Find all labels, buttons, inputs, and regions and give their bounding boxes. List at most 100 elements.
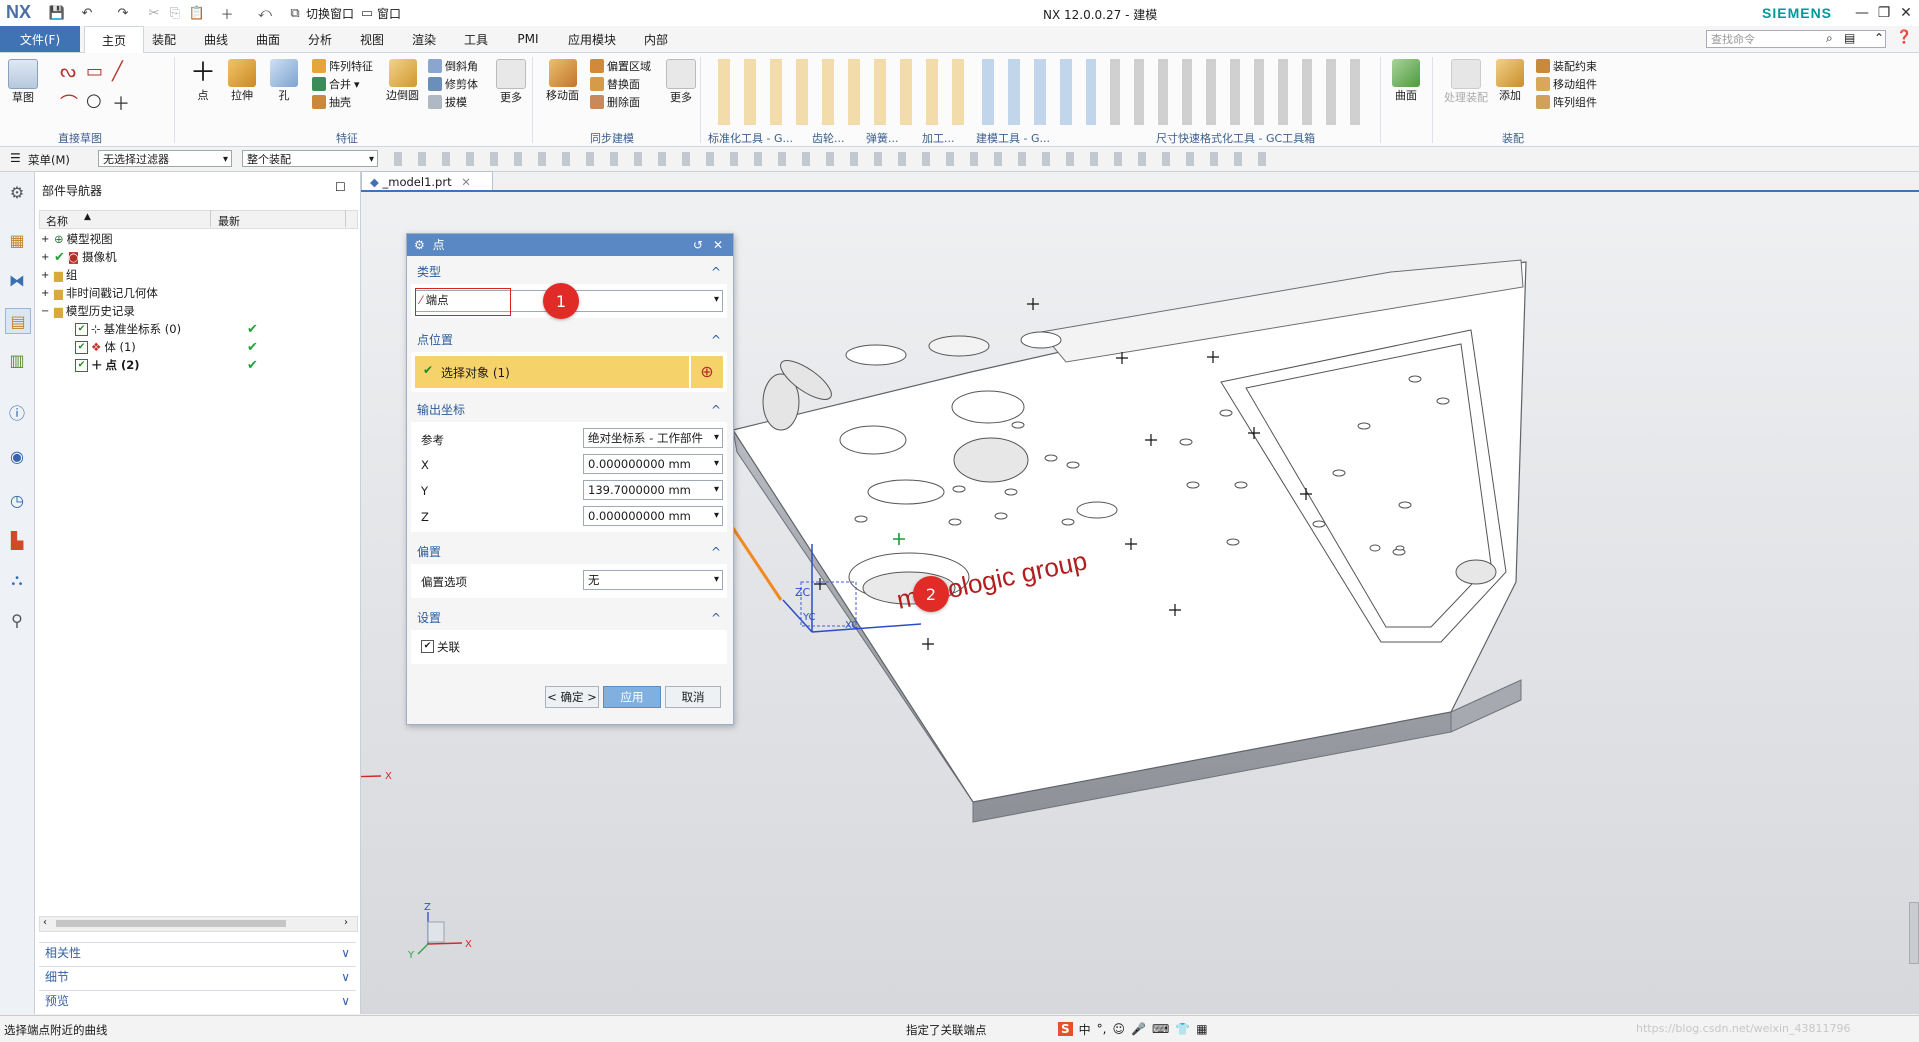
ok-button[interactable]: < 确定 > — [545, 686, 599, 708]
surface-button[interactable]: 曲面 — [1392, 59, 1420, 103]
window-menu[interactable]: 窗口 — [377, 5, 401, 22]
unite-button[interactable]: 合并 ▾ — [312, 75, 373, 93]
tree-node-body[interactable]: ✔ ❖ 体 (1) — [75, 338, 136, 356]
point-button[interactable]: ＋ 点 — [190, 59, 216, 103]
restore-icon[interactable]: ❐ — [1873, 3, 1895, 23]
history-icon[interactable]: ◷ — [5, 488, 29, 512]
maximize-icon[interactable]: ☐ — [335, 180, 346, 194]
roles-icon[interactable]: ⚲ — [5, 608, 29, 632]
tree-node-camera[interactable]: + ✔ ◙ 摄像机 — [41, 248, 117, 266]
tree-node-datum-csys[interactable]: ✔ ⊹ 基准坐标系 (0) — [75, 320, 181, 338]
visibility-checkbox[interactable]: ✔ — [75, 322, 88, 336]
column-latest[interactable]: 最新 — [218, 213, 240, 229]
close-icon[interactable]: ✕ — [713, 234, 723, 256]
add-component-button[interactable]: 添加 — [1496, 59, 1524, 103]
panel-details[interactable]: 细节 ∨ — [39, 966, 356, 987]
hole-button[interactable]: 孔 — [270, 59, 298, 103]
copy-icon[interactable]: ⎘ — [166, 4, 184, 22]
assembly-navigator-icon[interactable]: ▦ — [5, 228, 29, 252]
section-offset-header[interactable]: 偏置 ^ — [411, 540, 727, 564]
group-label-modeling-tools[interactable]: 建模工具 - G... — [976, 130, 1050, 146]
rectangle-icon[interactable]: ▭ — [86, 61, 112, 82]
chamfer-button[interactable]: 倒斜角 — [428, 57, 478, 75]
tab-home[interactable]: 主页 — [84, 26, 144, 54]
tab-curve[interactable]: 曲线 — [194, 26, 238, 52]
close-icon[interactable]: ✕ — [1895, 3, 1917, 23]
standardization-tool-icons[interactable] — [712, 59, 972, 125]
tab-surface[interactable]: 曲面 — [246, 26, 290, 52]
modeling-tool-icons[interactable] — [976, 59, 1096, 125]
scroll-right-icon[interactable]: › — [344, 917, 348, 928]
dropdown-arrow-icon[interactable]: ▾ — [714, 455, 719, 473]
collapse-icon[interactable]: − — [41, 306, 51, 317]
chinese-mode-icon[interactable]: 中 — [1079, 1021, 1091, 1038]
section-output-header[interactable]: 输出坐标 ^ — [411, 398, 727, 422]
group-label-machining[interactable]: 加工... — [922, 130, 955, 146]
select-object-row[interactable]: ✔ 选择对象 (1) — [415, 356, 689, 388]
paste-icon[interactable]: 📋 — [188, 4, 206, 22]
scroll-left-icon[interactable]: ‹ — [43, 917, 47, 928]
selection-filter-dropdown[interactable]: 无选择过滤器 — [98, 150, 232, 168]
tab-analysis[interactable]: 分析 — [298, 26, 342, 52]
undo-icon[interactable]: ↶ — [78, 4, 96, 22]
menu-button[interactable]: 菜单(M) — [28, 152, 70, 168]
column-name[interactable]: 名称 — [46, 213, 68, 229]
tree-node-unused-geometry[interactable]: + ▆ 非时间戳记几何体 — [41, 284, 158, 302]
offset-region-button[interactable]: 偏置区域 — [590, 57, 651, 75]
delete-face-button[interactable]: 删除面 — [590, 93, 651, 111]
more-feature-button[interactable]: 更多 — [496, 59, 526, 105]
view-triad[interactable]: Z X Y — [361, 734, 392, 793]
command-search-input[interactable]: 查找命令 — [1706, 30, 1886, 48]
move-face-button[interactable]: 移动面 — [546, 59, 579, 103]
emoji-icon[interactable]: ☺ — [1113, 1022, 1126, 1036]
sogou-icon[interactable]: S — [1058, 1022, 1073, 1036]
tab-file[interactable]: 文件(F) — [0, 26, 80, 52]
panel-preview[interactable]: 预览 ∨ — [39, 990, 356, 1011]
sketch-button[interactable]: 草图 — [8, 59, 38, 105]
visibility-checkbox[interactable]: ✔ — [75, 340, 88, 354]
viewport-zoom-indicator[interactable] — [1909, 902, 1919, 964]
group-label-gear[interactable]: 齿轮... — [812, 130, 845, 146]
panel-dependencies[interactable]: 相关性 ∨ — [39, 942, 356, 963]
view-orientation-triad[interactable]: Z X Y — [400, 900, 480, 960]
tab-applications[interactable]: 应用模块 — [558, 26, 626, 52]
array-feature-button[interactable]: 阵列特征 — [312, 57, 373, 75]
minimize-icon[interactable]: — — [1851, 3, 1873, 23]
shell-button[interactable]: 抽壳 — [312, 93, 373, 111]
edge-blend-button[interactable]: 边倒圆 — [386, 59, 419, 103]
tree-node-model-views[interactable]: + ⊕ 模型视图 — [41, 230, 113, 248]
circle-icon[interactable]: ○ — [86, 90, 112, 116]
gear-icon[interactable]: ⚙ — [414, 238, 425, 252]
arc-icon[interactable]: ⌒ — [60, 90, 86, 116]
search-icon[interactable]: ⌕ — [1826, 31, 1833, 46]
line-icon[interactable]: ╱ — [112, 61, 138, 82]
tree-node-group[interactable]: + ▆ 组 — [41, 266, 77, 284]
more-sync-button[interactable]: 更多 — [666, 59, 696, 105]
add-icon[interactable]: ＋ — [218, 4, 236, 23]
redo-icon[interactable]: ↷ — [114, 4, 132, 22]
assembly-constraint-button[interactable]: 装配约束 — [1536, 57, 1597, 75]
group-label-dim-tools[interactable]: 尺寸快速格式化工具 - GC工具箱 — [1156, 130, 1315, 146]
reset-icon[interactable]: ↺ — [693, 234, 703, 256]
section-location-header[interactable]: 点位置 ^ — [411, 328, 727, 352]
navigator-horizontal-scrollbar[interactable]: ‹ › — [39, 916, 358, 932]
ime-toolbar[interactable]: S 中 °, ☺ 🎤 ⌨ 👕 ▦ — [1058, 1019, 1268, 1039]
hd3d-tools-icon[interactable]: ⓘ — [5, 400, 29, 424]
system-materials-icon[interactable]: ▙ — [5, 528, 29, 552]
process-assembly-button[interactable]: 处理装配 — [1444, 59, 1488, 105]
web-browser-icon[interactable]: ◉ — [5, 444, 29, 468]
tree-node-point[interactable]: ✔ ＋ 点 (2) — [75, 356, 140, 374]
tab-view[interactable]: 视图 — [350, 26, 394, 52]
replace-face-button[interactable]: 替换面 — [590, 75, 651, 93]
scroll-thumb[interactable] — [56, 920, 286, 927]
offset-option-dropdown[interactable]: 无 ▾ — [583, 570, 723, 590]
section-settings-header[interactable]: 设置 ^ — [411, 606, 727, 630]
tab-assembly[interactable]: 装配 — [142, 26, 186, 52]
reference-dropdown[interactable]: 绝对坐标系 - 工作部件 ▾ — [583, 428, 723, 448]
expand-icon[interactable]: + — [41, 252, 51, 263]
x-coordinate-field[interactable]: 0.000000000 mm ▾ — [583, 454, 723, 474]
point-constructor-icon[interactable]: ⊕ — [691, 356, 723, 388]
reuse-library-icon[interactable]: ▥ — [5, 348, 29, 372]
visibility-checkbox[interactable]: ✔ — [75, 358, 88, 372]
move-component-button[interactable]: 移动组件 — [1536, 75, 1597, 93]
